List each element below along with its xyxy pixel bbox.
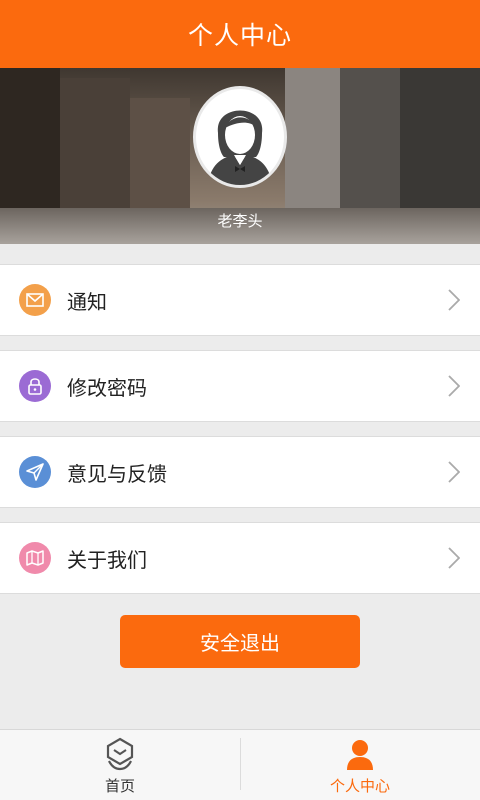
app-header: 个人中心 xyxy=(0,0,480,68)
menu-list: 修改密码 xyxy=(0,350,480,422)
envelope-icon xyxy=(19,284,51,316)
menu-list: 意见与反馈 xyxy=(0,436,480,508)
chevron-right-icon xyxy=(448,375,460,397)
map-icon xyxy=(19,542,51,574)
menu-item-label: 通知 xyxy=(67,289,107,314)
chevron-right-icon xyxy=(448,547,460,569)
chevron-right-icon xyxy=(448,289,460,311)
chevron-right-icon xyxy=(448,461,460,483)
paper-plane-icon xyxy=(19,456,51,488)
menu-item-label: 意见与反馈 xyxy=(67,461,167,486)
menu-item-label: 关于我们 xyxy=(67,547,147,572)
menu-item-feedback[interactable]: 意见与反馈 xyxy=(0,436,480,508)
avatar[interactable] xyxy=(193,86,287,188)
logout-button[interactable]: 安全退出 xyxy=(120,615,360,668)
menu-item-change-password[interactable]: 修改密码 xyxy=(0,350,480,422)
person-icon xyxy=(347,740,373,770)
page-title: 个人中心 xyxy=(187,21,292,50)
user-avatar-female-icon xyxy=(208,110,272,185)
bottom-tab-bar: 首页 个人中心 xyxy=(0,729,480,800)
menu-item-about-us[interactable]: 关于我们 xyxy=(0,522,480,594)
tab-label: 首页 xyxy=(104,777,135,795)
menu-item-label: 修改密码 xyxy=(67,375,147,400)
tab-profile[interactable]: 个人中心 xyxy=(240,730,480,800)
menu-list: 通知 xyxy=(0,264,480,336)
lock-icon xyxy=(19,370,51,402)
tab-label: 个人中心 xyxy=(329,777,390,795)
menu-list: 关于我们 xyxy=(0,522,480,594)
profile-banner: 老李头 xyxy=(0,68,480,244)
menu-item-notifications[interactable]: 通知 xyxy=(0,264,480,336)
username: 老李头 xyxy=(217,212,263,230)
home-handshake-icon xyxy=(106,737,134,771)
tab-home[interactable]: 首页 xyxy=(0,730,240,800)
